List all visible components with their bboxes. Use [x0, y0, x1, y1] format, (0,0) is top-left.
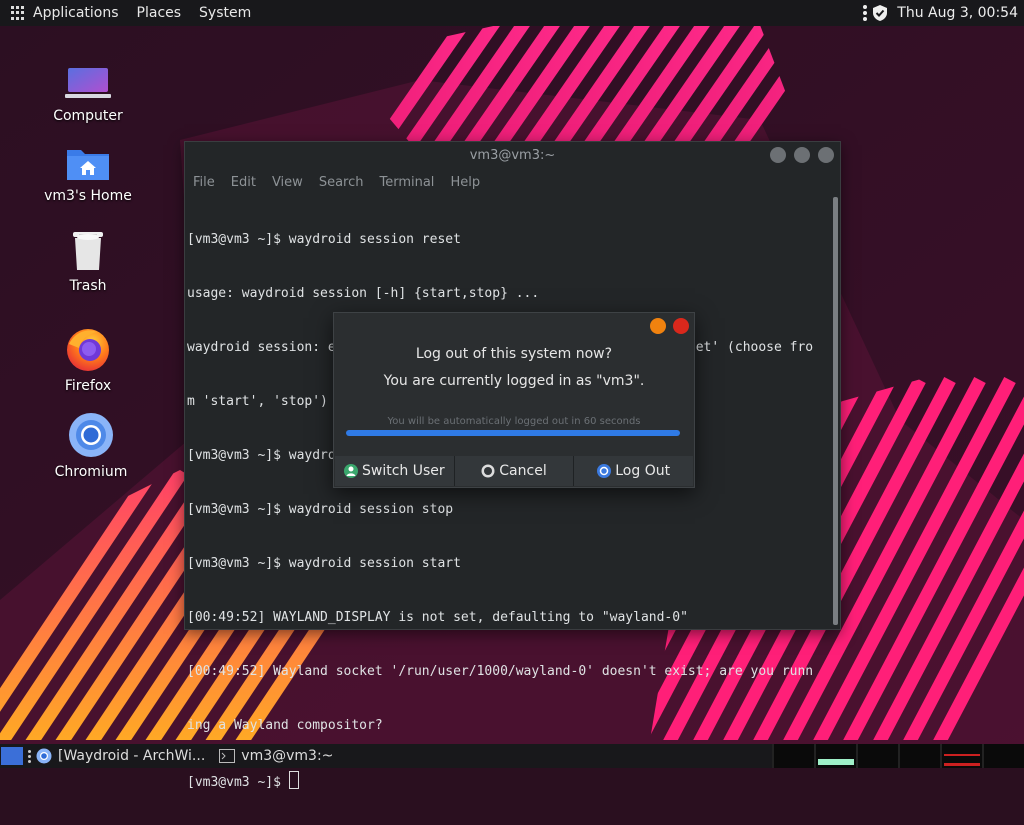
- log-out-icon: [597, 464, 612, 478]
- taskbar-task-terminal[interactable]: vm3@vm3:~: [219, 748, 333, 764]
- terminal-line: usage: waydroid session [-h] {start,stop…: [187, 286, 540, 301]
- computer-icon: [65, 68, 111, 98]
- taskbar-task-browser[interactable]: [Waydroid - ArchWi...: [36, 748, 205, 764]
- workspace-3[interactable]: [856, 744, 898, 768]
- trash-icon: [73, 232, 103, 270]
- workspace-4[interactable]: [898, 744, 940, 768]
- menu-places[interactable]: Places: [137, 5, 182, 21]
- menu-search[interactable]: Search: [319, 175, 364, 190]
- taskbar-handle-icon[interactable]: [28, 749, 31, 763]
- terminal-line: [vm3@vm3 ~]$ waydroid session start: [187, 556, 461, 571]
- log-out-label: Log Out: [615, 463, 671, 479]
- dialog-title: Log out of this system now?: [415, 346, 613, 362]
- minimize-button[interactable]: [770, 147, 786, 163]
- taskbar-task-label: [Waydroid - ArchWi...: [58, 748, 206, 764]
- system-monitor-graph: [940, 744, 982, 768]
- menu-applications[interactable]: Applications: [33, 5, 119, 21]
- desktop-icon-chromium[interactable]: Chromium: [36, 406, 146, 480]
- menu-view[interactable]: View: [272, 175, 303, 190]
- dialog-close-button[interactable]: [673, 318, 689, 334]
- menu-system[interactable]: System: [199, 5, 251, 21]
- firefox-icon: [67, 329, 109, 371]
- switch-user-icon: [344, 464, 358, 478]
- desktop-icon-label: Chromium: [54, 464, 128, 480]
- taskbar: [Waydroid - ArchWi... vm3@vm3:~: [0, 744, 1024, 768]
- terminal-line: [00:49:52] Wayland socket '/run/user/100…: [187, 664, 814, 679]
- top-panel: Applications Places System Thu Aug 3, 00…: [0, 0, 1024, 26]
- workspace-pager: [772, 744, 1024, 768]
- desktop-icon-computer[interactable]: Computer: [33, 50, 143, 124]
- terminal-line: ing a Wayland compositor?: [187, 718, 383, 733]
- cancel-button[interactable]: Cancel: [454, 456, 575, 486]
- switch-user-label: Switch User: [362, 463, 445, 479]
- cancel-icon: [481, 464, 495, 478]
- desktop-icon-firefox[interactable]: Firefox: [33, 320, 143, 394]
- taskbar-task-label: vm3@vm3:~: [241, 748, 334, 764]
- dialog-minimize-button[interactable]: [650, 318, 666, 334]
- desktop-icon-trash[interactable]: Trash: [33, 220, 143, 294]
- terminal-title: vm3@vm3:~: [469, 148, 556, 163]
- terminal-line: [vm3@vm3 ~]$ waydroid session reset: [187, 232, 461, 247]
- terminal-titlebar[interactable]: vm3@vm3:~: [185, 142, 840, 169]
- desktop-icon-label: Firefox: [64, 378, 112, 394]
- menu-terminal[interactable]: Terminal: [379, 175, 434, 190]
- text-cursor: [288, 771, 299, 789]
- log-out-button[interactable]: Log Out: [574, 456, 694, 486]
- panel-overflow-icon[interactable]: [863, 5, 868, 21]
- menu-file[interactable]: File: [193, 175, 215, 190]
- workspace-6[interactable]: [982, 744, 1024, 768]
- home-folder-icon: [67, 150, 109, 180]
- panel-clock[interactable]: Thu Aug 3, 00:54: [897, 5, 1018, 21]
- desktop-icon-label: vm3's Home: [44, 188, 132, 204]
- applications-grid-icon[interactable]: [11, 6, 25, 20]
- countdown-progress-bar: [346, 430, 680, 436]
- cancel-label: Cancel: [499, 463, 547, 479]
- menu-help[interactable]: Help: [450, 175, 480, 190]
- terminal-line: [00:49:52] WAYLAND_DISPLAY is not set, d…: [187, 610, 688, 625]
- chromium-icon: [69, 413, 113, 457]
- terminal-scrollbar[interactable]: [833, 197, 838, 625]
- maximize-button[interactable]: [794, 147, 810, 163]
- progress-fill: [346, 430, 680, 436]
- terminal-menubar: File Edit View Search Terminal Help: [185, 169, 840, 195]
- shield-icon[interactable]: [873, 5, 888, 21]
- dialog-subtitle: You are currently logged in as "vm3".: [383, 373, 645, 389]
- desktop-icon-home[interactable]: vm3's Home: [33, 130, 143, 204]
- terminal-icon: [219, 749, 236, 763]
- desktop-icon-label: Trash: [69, 278, 107, 294]
- terminal-prompt: [vm3@vm3 ~]$: [187, 775, 289, 790]
- workspace-1[interactable]: [772, 744, 814, 768]
- terminal-prompt-line: [vm3@vm3 ~]$: [187, 771, 827, 790]
- switch-user-button[interactable]: Switch User: [335, 456, 455, 486]
- desktop-icon-label: Computer: [53, 108, 123, 124]
- workspace-2[interactable]: [814, 744, 856, 768]
- close-button[interactable]: [818, 147, 834, 163]
- terminal-line: [vm3@vm3 ~]$ waydroid session stop: [187, 502, 454, 517]
- show-desktop-button[interactable]: [1, 747, 23, 765]
- menu-edit[interactable]: Edit: [231, 175, 256, 190]
- countdown-note: You will be automatically logged out in …: [387, 416, 641, 427]
- chromium-icon: [36, 748, 52, 764]
- logout-dialog: Log out of this system now? You are curr…: [333, 312, 695, 488]
